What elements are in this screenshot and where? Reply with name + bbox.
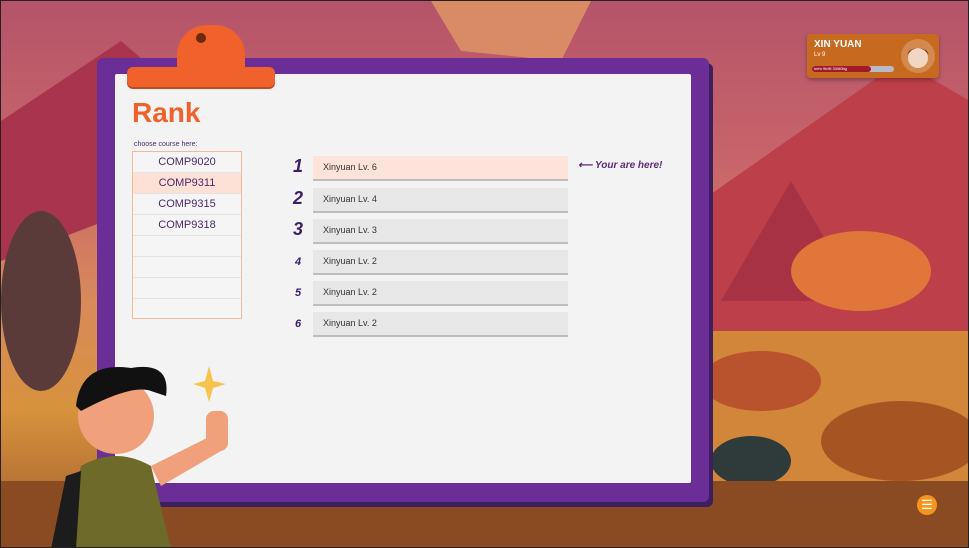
rank-row: 3 Xinyuan Lv. 3	[287, 219, 577, 245]
rank-entry: Xinyuan Lv. 2	[313, 312, 568, 335]
course-item-empty	[133, 257, 241, 278]
xp-progress-text: mfm 9h/fll 33/60bg	[814, 66, 847, 71]
course-item-empty	[133, 236, 241, 257]
rank-number: 1	[292, 156, 303, 176]
avatar-face-icon	[907, 48, 929, 68]
rank-entry: Xinyuan Lv. 2	[313, 281, 568, 304]
user-name: XIN YUAN	[814, 39, 862, 50]
you-are-here-indicator: ⟵ Your are here!	[578, 160, 662, 171]
clipboard-clip-bar	[127, 67, 275, 87]
rank-number: 6	[294, 318, 302, 330]
rank-entry: Xinyuan Lv. 2	[313, 250, 568, 273]
course-item[interactable]: COMP9020	[133, 152, 241, 173]
course-list: COMP9020 COMP9311 COMP9315 COMP9318	[132, 151, 242, 319]
avatar	[901, 39, 935, 73]
user-profile-card[interactable]: XIN YUAN Lv 9 mfm 9h/fll 33/60bg	[807, 34, 939, 78]
course-item-empty	[133, 278, 241, 299]
you-are-here-label: Your are here!	[594, 160, 663, 171]
rank-row: 5 Xinyuan Lv. 2	[287, 281, 577, 307]
user-level: Lv 9	[814, 52, 826, 58]
menu-icon: ☰	[921, 497, 933, 512]
course-item[interactable]: COMP9315	[133, 194, 241, 215]
course-item[interactable]: COMP9318	[133, 215, 241, 236]
rank-row: 6 Xinyuan Lv. 2	[287, 312, 577, 338]
rank-row: 1 Xinyuan Lv. 6	[287, 156, 577, 182]
xp-progress-bar: mfm 9h/fll 33/60bg	[812, 66, 894, 72]
rank-number: 4	[294, 256, 302, 268]
rank-number: 5	[294, 287, 302, 299]
course-item-empty	[133, 299, 241, 319]
menu-button[interactable]: ☰	[917, 495, 937, 515]
clip-hole	[196, 33, 206, 43]
rank-row: 4 Xinyuan Lv. 2	[287, 250, 577, 276]
choose-course-label: choose course here:	[134, 141, 198, 148]
rank-number: 2	[292, 188, 303, 208]
rank-row: 2 Xinyuan Lv. 4	[287, 188, 577, 214]
rank-entry-current-user: Xinyuan Lv. 6	[313, 156, 568, 179]
left-arrow-icon: ⟵	[578, 160, 593, 171]
character-mascot-illustration	[51, 366, 228, 547]
course-item-selected[interactable]: COMP9311	[133, 173, 241, 194]
page-title: Rank	[132, 97, 201, 128]
game-screen: Rank choose course here: COMP9020 COMP93…	[0, 0, 969, 548]
rank-entry: Xinyuan Lv. 4	[313, 188, 568, 211]
rank-entry: Xinyuan Lv. 3	[313, 219, 568, 242]
rank-number: 3	[292, 219, 303, 239]
